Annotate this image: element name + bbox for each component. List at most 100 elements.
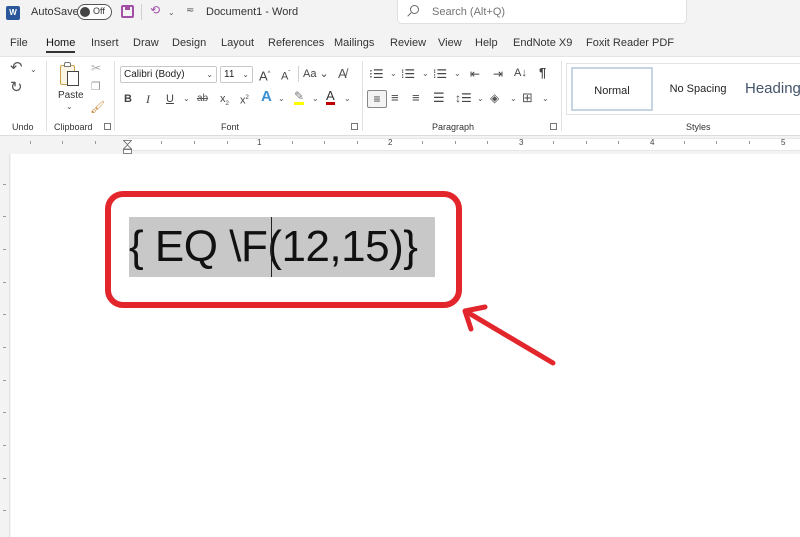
paragraph-launcher-icon[interactable]: [550, 123, 557, 130]
change-case-icon[interactable]: Aa ⌄: [303, 66, 329, 82]
tab-view[interactable]: View: [438, 37, 462, 49]
justify-icon[interactable]: ☰: [433, 90, 445, 106]
chevron-down-icon[interactable]: ⌄: [542, 94, 549, 103]
ruler-number: 1: [257, 138, 262, 147]
underline-button[interactable]: U: [166, 91, 174, 107]
align-left-icon[interactable]: ≡: [367, 90, 387, 108]
ruler-tick: [749, 141, 750, 144]
subscript-icon[interactable]: x2: [220, 91, 229, 112]
paste-icon[interactable]: [60, 62, 80, 86]
customize-quick-access-icon[interactable]: ≂: [186, 5, 194, 16]
shading-icon[interactable]: ◈: [490, 90, 499, 106]
style-heading[interactable]: Heading: [745, 67, 800, 111]
font-name-dropdown[interactable]: Calibri (Body) ⌄: [120, 66, 217, 83]
ruler-tick: [227, 141, 228, 144]
style-no-spacing[interactable]: No Spacing: [658, 67, 738, 111]
save-icon[interactable]: [121, 5, 134, 18]
font-color-icon[interactable]: A: [326, 89, 335, 105]
ruler-tick: [586, 141, 587, 144]
clipboard-launcher-icon[interactable]: [104, 123, 111, 130]
redo-icon[interactable]: ↻: [10, 80, 23, 96]
ruler-tick: [618, 141, 619, 144]
font-size-dropdown[interactable]: 11 ⌄: [220, 66, 253, 83]
tab-file[interactable]: File: [10, 37, 28, 49]
borders-icon[interactable]: ⊞: [522, 90, 533, 106]
italic-button[interactable]: I: [146, 91, 150, 107]
clipboard-group-label: Clipboard: [54, 122, 93, 132]
tab-review[interactable]: Review: [390, 37, 426, 49]
paste-button-label[interactable]: Paste: [58, 90, 84, 101]
autosave-toggle[interactable]: Off: [77, 4, 112, 20]
undo-icon[interactable]: ↶: [10, 60, 23, 76]
cut-icon[interactable]: ✂: [91, 60, 101, 76]
chevron-down-icon[interactable]: ⌄: [422, 69, 429, 78]
style-normal[interactable]: Normal: [571, 67, 653, 111]
superscript-icon[interactable]: x2: [240, 90, 249, 109]
ruler-tick: [292, 141, 293, 144]
tab-references[interactable]: References: [268, 37, 324, 49]
ruler-tick: [62, 141, 63, 144]
search-input[interactable]: [432, 4, 672, 19]
tab-layout[interactable]: Layout: [221, 37, 254, 49]
copy-icon[interactable]: ❐: [91, 79, 101, 95]
ruler-tick: [357, 141, 358, 144]
chevron-down-icon[interactable]: ⌄: [344, 94, 351, 103]
clear-formatting-icon[interactable]: A̸: [338, 66, 347, 82]
tab-help[interactable]: Help: [475, 37, 498, 49]
chevron-down-icon[interactable]: ⌄: [390, 69, 397, 78]
increase-indent-icon[interactable]: ⇥: [493, 66, 503, 82]
strikethrough-button[interactable]: ab: [197, 91, 208, 107]
chevron-down-icon[interactable]: ⌄: [168, 8, 175, 17]
tab-insert[interactable]: Insert: [91, 37, 119, 49]
annotation-arrow-icon: [462, 304, 556, 366]
ruler-tick: [30, 141, 31, 144]
autosave-state: Off: [93, 6, 105, 16]
tab-design[interactable]: Design: [172, 37, 206, 49]
align-center-icon[interactable]: ≡: [391, 90, 399, 106]
line-spacing-icon[interactable]: ↕☰: [455, 90, 472, 106]
format-painter-icon[interactable]: 🖌: [90, 99, 105, 115]
ruler-tick: [3, 380, 6, 381]
ruler-tick: [422, 141, 423, 144]
highlight-color-icon[interactable]: ✎: [294, 90, 305, 105]
document-title: Document1 - Word: [206, 6, 299, 18]
chevron-down-icon[interactable]: ⌄: [477, 94, 484, 103]
sort-icon[interactable]: A↓: [514, 65, 527, 81]
search-box[interactable]: [397, 0, 687, 24]
show-formatting-icon[interactable]: ¶: [539, 65, 546, 81]
bullets-icon[interactable]: ⁝☰: [369, 66, 384, 82]
font-group-label: Font: [221, 122, 240, 132]
font-launcher-icon[interactable]: [351, 123, 358, 130]
tab-draw[interactable]: Draw: [133, 37, 159, 49]
ruler-tick: [3, 510, 6, 511]
tab-foxit-reader-pdf[interactable]: Foxit Reader PDF: [586, 37, 674, 49]
ruler-tick: [194, 141, 195, 144]
chevron-down-icon[interactable]: ⌄: [312, 94, 319, 103]
chevron-down-icon[interactable]: ⌄: [278, 94, 285, 103]
bold-button[interactable]: B: [124, 91, 132, 107]
multilevel-list-icon[interactable]: ⁞☰: [433, 66, 447, 82]
numbering-icon[interactable]: ⁞☰: [401, 66, 415, 82]
font-name-value: Calibri (Body): [124, 69, 185, 80]
chevron-down-icon[interactable]: ⌄: [510, 94, 517, 103]
decrease-indent-icon[interactable]: ⇤: [470, 66, 480, 82]
chevron-down-icon[interactable]: ⌄: [30, 65, 37, 74]
align-right-icon[interactable]: ≡: [412, 90, 420, 106]
tab-mailings[interactable]: Mailings: [334, 37, 374, 49]
ruler-track: [128, 138, 800, 151]
divider: [298, 66, 299, 82]
horizontal-ruler[interactable]: L 1 2 3 4 5: [0, 136, 800, 286]
chevron-down-icon[interactable]: ⌄: [66, 102, 73, 111]
grow-font-icon[interactable]: A^: [259, 66, 271, 84]
vertical-ruler[interactable]: [0, 154, 10, 537]
undo-quick-access-icon[interactable]: ⟲: [150, 3, 160, 17]
tab-endnote[interactable]: EndNote X9: [513, 37, 572, 49]
ruler-tick: [3, 412, 6, 413]
shrink-font-icon[interactable]: Aˇ: [281, 66, 290, 85]
chevron-down-icon[interactable]: ⌄: [183, 94, 190, 103]
tab-home[interactable]: Home: [46, 37, 76, 53]
text-effects-icon[interactable]: A: [261, 89, 272, 105]
indent-marker-icon[interactable]: [123, 140, 132, 154]
title-bar: W AutoSave Off ⟲ ⌄ ≂ Document1 - Word: [0, 0, 800, 28]
chevron-down-icon[interactable]: ⌄: [454, 69, 461, 78]
